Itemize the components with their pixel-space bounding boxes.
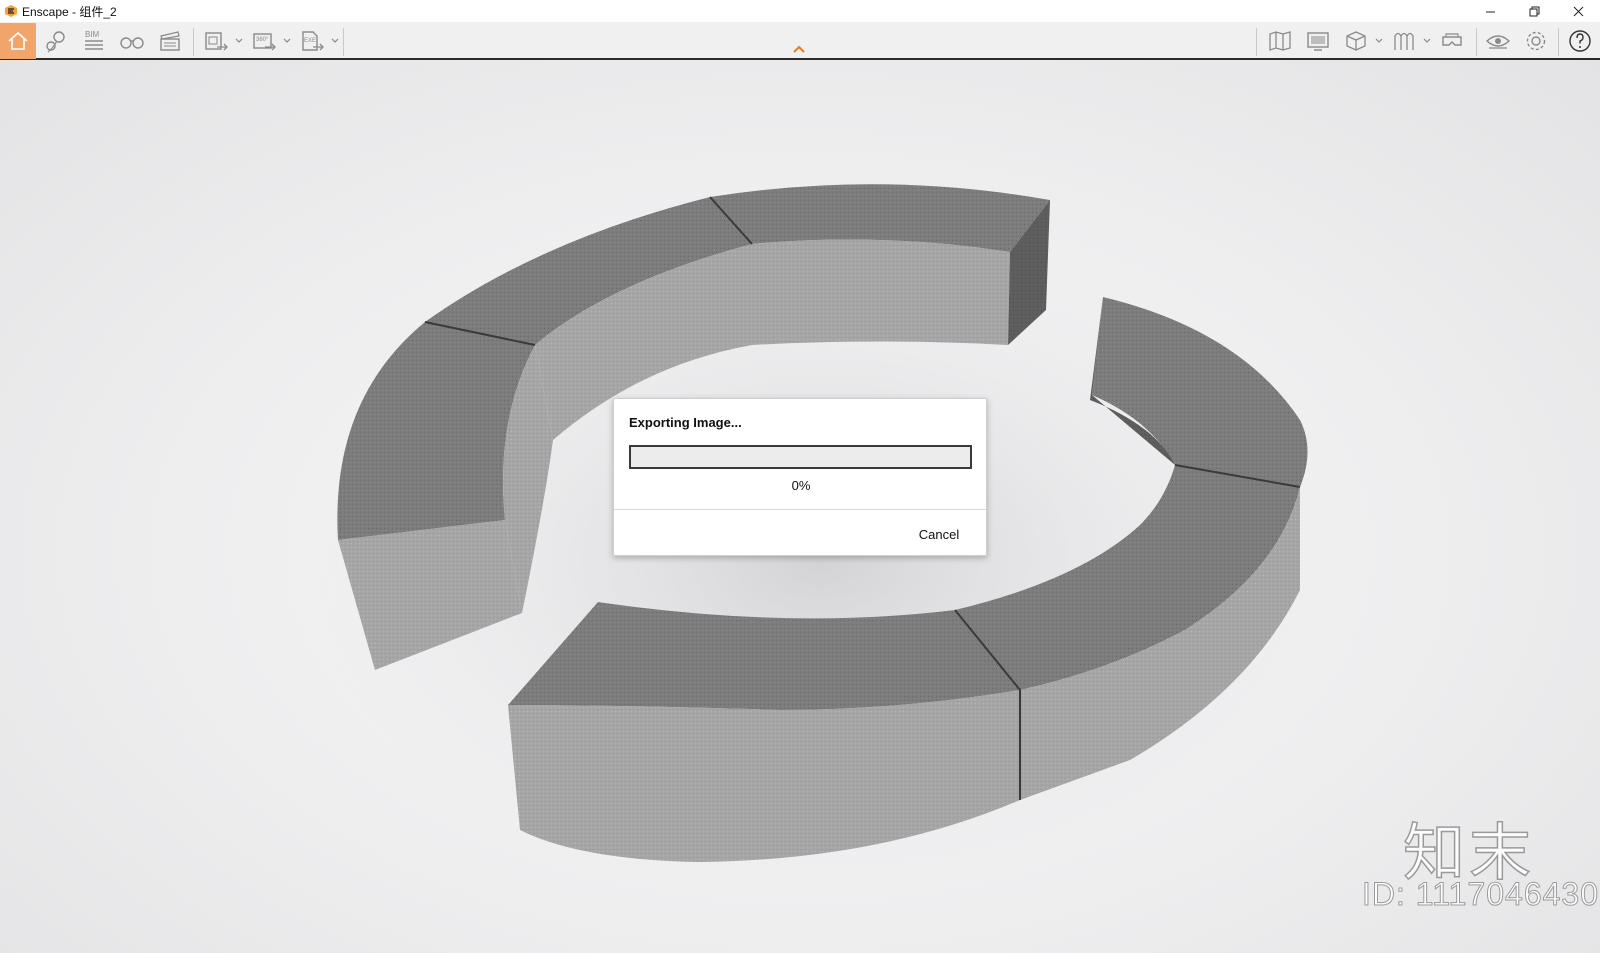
close-button[interactable] xyxy=(1556,0,1600,22)
panorama-export-button[interactable]: 360° xyxy=(246,23,282,59)
progress-percent-text: 0% xyxy=(791,478,811,493)
exe-export-button[interactable]: EXE xyxy=(294,23,330,59)
help-icon xyxy=(1569,30,1591,52)
cube-view-icon xyxy=(1346,31,1366,51)
chevron-down-icon[interactable] xyxy=(330,36,340,46)
restore-button[interactable] xyxy=(1512,0,1556,22)
toolbar-separator xyxy=(1256,28,1257,56)
map-button[interactable] xyxy=(1262,23,1298,59)
export-progress-bar xyxy=(629,445,972,469)
video-editor-button[interactable] xyxy=(152,23,188,59)
home-button[interactable] xyxy=(0,23,36,59)
asset-library-button[interactable] xyxy=(1386,23,1422,59)
settings-button[interactable] xyxy=(1518,23,1554,59)
enscape-logo-icon xyxy=(5,5,17,17)
toolbar-separator xyxy=(1558,28,1559,56)
asset-library-icon xyxy=(1394,32,1414,50)
monitor-button[interactable] xyxy=(1300,23,1336,59)
toolbar-separator xyxy=(1476,28,1477,56)
home-icon xyxy=(8,31,28,50)
chevron-down-icon[interactable] xyxy=(282,36,292,46)
visibility-button[interactable] xyxy=(1480,23,1516,59)
svg-text:EXE: EXE xyxy=(304,38,316,44)
watermark-id: ID: 1117046430 xyxy=(1362,876,1599,913)
dialog-divider xyxy=(614,509,986,510)
map-icon xyxy=(1269,31,1291,51)
clapperboard-icon xyxy=(160,31,180,51)
bim-icon: BIM xyxy=(85,30,103,50)
vr-headset-button[interactable] xyxy=(1434,23,1470,59)
vr-headset-icon xyxy=(1442,33,1462,46)
toolbar-separator xyxy=(193,28,194,56)
exe-export-icon: EXE xyxy=(302,31,324,51)
close-icon xyxy=(1573,6,1583,16)
export-progress-dialog: Exporting Image... 0% Cancel xyxy=(613,398,987,556)
chevron-down-icon[interactable] xyxy=(1374,36,1384,46)
minimize-button[interactable] xyxy=(1468,0,1512,22)
binoculars-icon xyxy=(120,37,144,49)
toolbar-separator xyxy=(343,28,344,56)
monitor-icon xyxy=(1307,32,1329,51)
chevron-down-icon[interactable] xyxy=(234,36,244,46)
cancel-button[interactable]: Cancel xyxy=(904,523,974,545)
bim-button[interactable]: BIM xyxy=(76,23,112,59)
screenshot-export-icon xyxy=(205,32,228,51)
window-title: Enscape - 组件_2 xyxy=(22,4,117,19)
location-pin-button[interactable] xyxy=(38,23,74,59)
main-toolbar: BIM 360° EXE xyxy=(0,22,1600,60)
collapse-toolbar-chevron-up-icon[interactable] xyxy=(791,44,807,54)
binoculars-button[interactable] xyxy=(114,23,150,59)
screenshot-export-button[interactable] xyxy=(198,23,234,59)
settings-gear-icon xyxy=(1526,31,1546,51)
location-pin-icon xyxy=(46,31,65,53)
eye-visibility-icon xyxy=(1485,35,1511,49)
help-button[interactable] xyxy=(1562,23,1598,59)
panorama-360-export-icon: 360° xyxy=(253,33,276,51)
title-bar: Enscape - 组件_2 xyxy=(0,0,1600,22)
cube-view-button[interactable] xyxy=(1338,23,1374,59)
restore-icon xyxy=(1529,6,1539,16)
dialog-title: Exporting Image... xyxy=(629,415,742,430)
chevron-down-icon[interactable] xyxy=(1422,36,1432,46)
svg-text:360°: 360° xyxy=(256,37,269,43)
minimize-icon xyxy=(1485,11,1495,12)
svg-text:BIM: BIM xyxy=(85,30,100,39)
